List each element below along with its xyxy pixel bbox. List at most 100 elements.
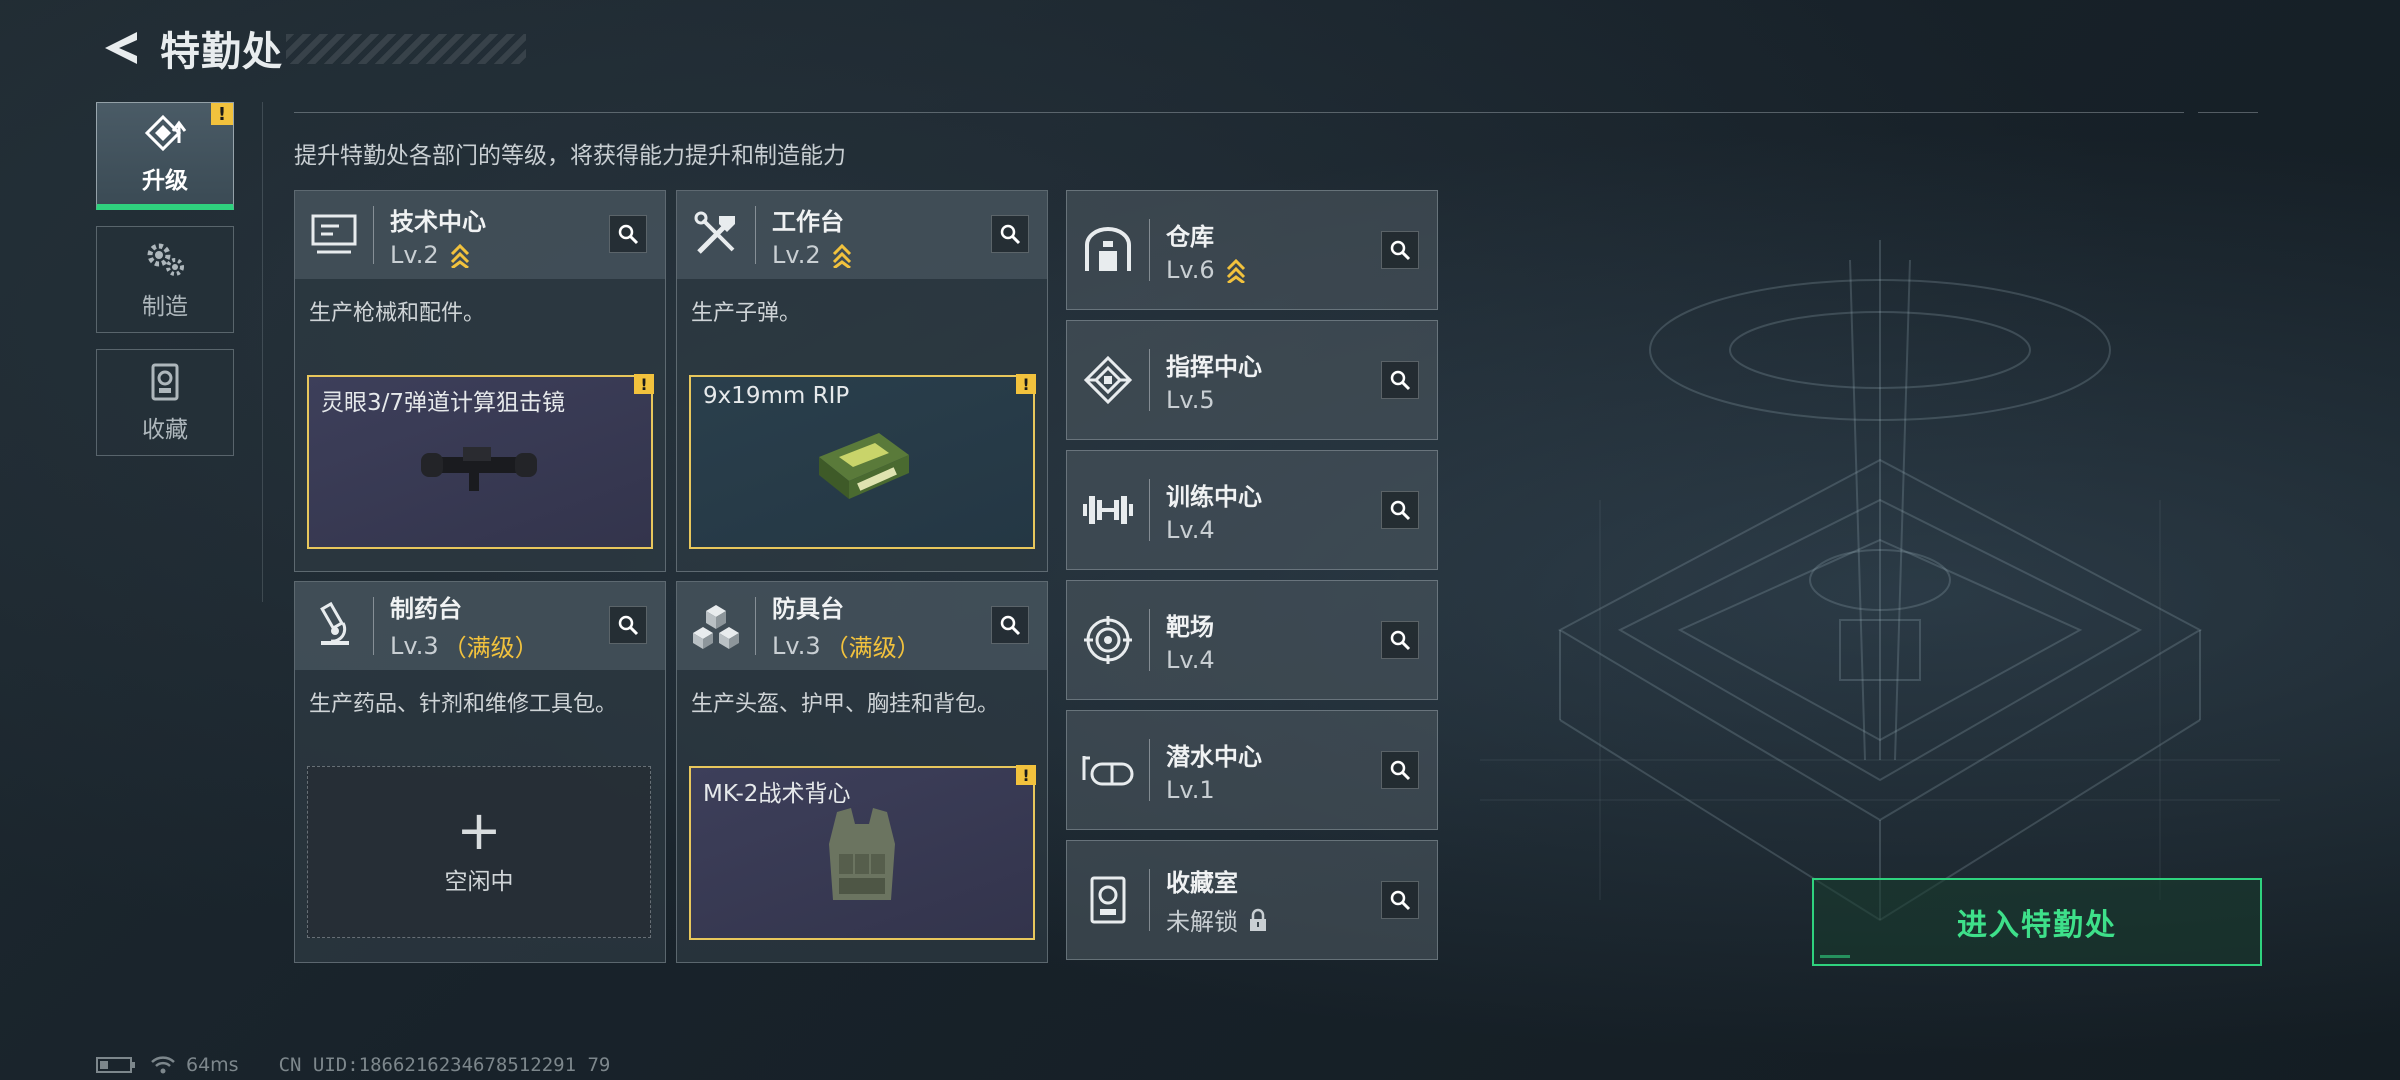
warning-badge: ! xyxy=(634,374,654,394)
card-tech-center[interactable]: 技术中心 Lv.2 生产枪械和配件。 ! 灵眼3/7弹道计算狙击镜 xyxy=(294,190,666,572)
card-shooting-range[interactable]: 靶场 Lv.4 xyxy=(1066,580,1438,700)
status-bar: 64ms CN UID:1866216234678512291 79 xyxy=(96,1054,610,1076)
ammo-box-image xyxy=(819,433,909,499)
card-header: 制药台 Lv.3 （满级） xyxy=(295,582,665,670)
level-value: Lv.3 xyxy=(772,631,821,660)
search-icon xyxy=(1390,630,1411,651)
vest-image xyxy=(829,808,895,900)
lock-icon xyxy=(1250,908,1266,931)
warehouse-icon xyxy=(1067,191,1149,309)
cubes-icon xyxy=(677,582,755,670)
level-value: Lv.4 xyxy=(1166,515,1215,544)
card-title: 训练中心 xyxy=(1166,482,1262,511)
separator xyxy=(1149,739,1150,801)
nav-craft-tab[interactable]: 制造 xyxy=(96,226,234,333)
search-button[interactable] xyxy=(1381,621,1419,659)
section-description: 提升特勤处各部门的等级，将获得能力提升和制造能力 xyxy=(294,143,846,169)
slot-item-name: MK-2战术背心 xyxy=(703,781,851,807)
card-header: 防具台 Lv.3 （满级） xyxy=(677,582,1047,670)
idle-label: 空闲中 xyxy=(444,869,514,895)
enter-button-label: 进入特勤处 xyxy=(1957,908,2117,943)
warning-badge: ! xyxy=(211,103,233,125)
search-button[interactable] xyxy=(1381,361,1419,399)
card-workbench[interactable]: 工作台 Lv.2 生产子弹。 ! 9x19mm RIP xyxy=(676,190,1048,572)
monitor-icon xyxy=(295,191,373,279)
level-value: Lv.4 xyxy=(1166,645,1215,674)
card-description: 生产子弹。 xyxy=(691,301,802,326)
separator xyxy=(755,597,756,655)
card-title: 工作台 xyxy=(772,207,844,236)
search-button[interactable] xyxy=(991,215,1029,253)
search-icon xyxy=(1390,760,1411,781)
search-button[interactable] xyxy=(1381,881,1419,919)
level-value: Lv.5 xyxy=(1166,385,1215,414)
enter-special-ops-button[interactable]: 进入特勤处 xyxy=(1812,878,2262,966)
level-value: Lv.1 xyxy=(1166,775,1215,804)
user-uid: CN UID:1866216234678512291 79 xyxy=(278,1054,611,1076)
card-level: Lv.2 xyxy=(390,241,486,269)
separator xyxy=(373,206,374,264)
search-icon xyxy=(1390,370,1411,391)
upgrade-available-icon xyxy=(1226,258,1245,283)
warning-badge: ! xyxy=(1016,374,1036,394)
card-command-center[interactable]: 指挥中心 Lv.5 xyxy=(1066,320,1438,440)
production-slot[interactable]: ! 灵眼3/7弹道计算狙击镜 xyxy=(307,374,654,549)
card-level: Lv.5 xyxy=(1166,386,1262,414)
base-structure-illustration xyxy=(1480,240,2280,922)
scope-image xyxy=(421,447,537,491)
divider xyxy=(2198,112,2258,113)
production-slot[interactable]: ! MK-2战术背心 xyxy=(689,765,1036,940)
wifi-icon xyxy=(151,1056,175,1074)
card-description: 生产头盔、护甲、胸挂和背包。 xyxy=(691,692,1000,717)
locked-status: 未解锁 xyxy=(1166,908,1238,936)
battery-icon xyxy=(96,1057,135,1073)
card-collection-room[interactable]: 收藏室 未解锁 xyxy=(1066,840,1438,960)
nav-upgrade-tab[interactable]: ! 升级 xyxy=(96,102,234,210)
back-arrow-icon xyxy=(105,32,137,64)
production-slot[interactable]: ! 9x19mm RIP xyxy=(689,374,1036,549)
card-armor-bench[interactable]: 防具台 Lv.3 （满级） 生产头盔、护甲、胸挂和背包。 ! MK-2战术背心 xyxy=(676,581,1048,963)
command-emblem-icon xyxy=(1067,321,1149,439)
max-level-note: （满级） xyxy=(442,634,539,662)
search-button[interactable] xyxy=(1381,751,1419,789)
upgrade-available-icon xyxy=(450,243,469,268)
search-button[interactable] xyxy=(1381,491,1419,529)
search-button[interactable] xyxy=(1381,231,1419,269)
level-value: Lv.2 xyxy=(772,240,821,269)
card-pharmacy[interactable]: 制药台 Lv.3 （满级） 生产药品、针剂和维修工具包。 + 空闲中 xyxy=(294,581,666,963)
card-title: 防具台 xyxy=(772,595,844,623)
card-header: 技术中心 Lv.2 xyxy=(295,191,665,279)
search-button[interactable] xyxy=(609,215,647,253)
card-title: 收藏室 xyxy=(1166,869,1238,897)
slot-item-name: 灵眼3/7弹道计算狙击镜 xyxy=(321,390,566,416)
level-value: Lv.2 xyxy=(390,240,439,269)
display-case-icon xyxy=(1067,841,1149,959)
divider xyxy=(262,102,263,602)
card-diving-center[interactable]: 潜水中心 Lv.1 xyxy=(1066,710,1438,830)
card-description: 生产药品、针剂和维修工具包。 xyxy=(309,692,618,717)
card-title: 技术中心 xyxy=(390,207,486,236)
nav-label: 升级 xyxy=(142,167,188,194)
separator xyxy=(1149,609,1150,671)
search-icon xyxy=(1390,500,1411,521)
level-value: Lv.3 xyxy=(390,631,439,660)
back-button[interactable] xyxy=(96,23,146,73)
microscope-icon xyxy=(295,582,373,670)
card-training-center[interactable]: 训练中心 Lv.4 xyxy=(1066,450,1438,570)
card-warehouse[interactable]: 仓库 Lv.6 xyxy=(1066,190,1438,310)
search-icon xyxy=(1000,224,1021,245)
search-button[interactable] xyxy=(609,606,647,644)
card-title: 靶场 xyxy=(1166,612,1214,641)
card-level: Lv.3 （满级） xyxy=(390,628,539,663)
separator xyxy=(373,597,374,655)
card-level: Lv.3 （满级） xyxy=(772,628,921,663)
dumbbell-icon xyxy=(1067,451,1149,569)
card-level: Lv.6 xyxy=(1166,256,1247,284)
nav-collection-tab[interactable]: 收藏 xyxy=(96,349,234,456)
upgrade-available-icon xyxy=(832,243,851,268)
separator xyxy=(1149,479,1150,541)
button-decoration xyxy=(1820,955,1850,958)
search-button[interactable] xyxy=(991,606,1029,644)
empty-production-slot[interactable]: + 空闲中 xyxy=(307,766,651,938)
slot-item-name: 9x19mm RIP xyxy=(703,383,850,409)
